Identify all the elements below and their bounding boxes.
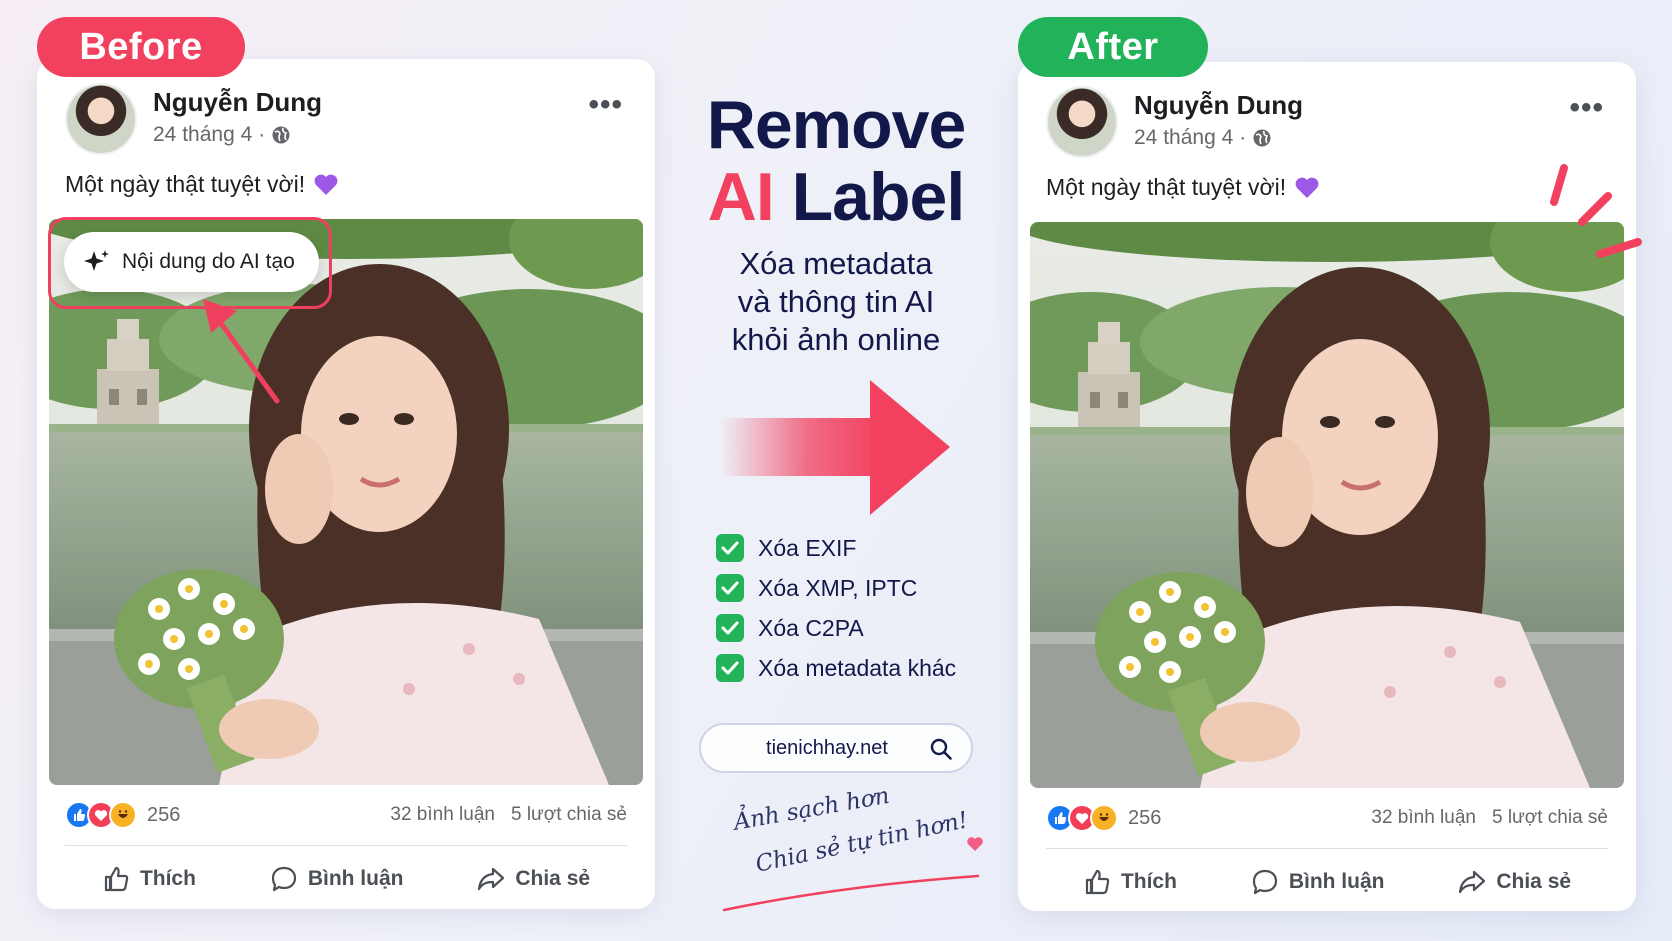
thumbs-up-icon: [104, 866, 129, 892]
checkmark-icon: [716, 534, 744, 562]
globe-icon: [1253, 129, 1271, 147]
checkmark-icon: [716, 654, 744, 682]
post-caption: Một ngày thật tuyệt vời!: [65, 171, 339, 198]
comment-icon: [1252, 869, 1277, 895]
more-dots-icon[interactable]: •••: [1569, 93, 1604, 123]
handwritten-slogan: Ảnh sạch hơn Chia sẻ tự tin hơn!: [720, 783, 990, 917]
share-count[interactable]: 5 lượt chia sẻ: [1492, 807, 1608, 829]
avatar[interactable]: [65, 83, 137, 155]
comment-share-counts: 32 bình luận 5 lượt chia sẻ: [390, 804, 627, 826]
share-label: Chia sẻ: [1496, 870, 1572, 893]
sparkle-icon: [84, 250, 109, 271]
reaction-summary[interactable]: 256: [65, 801, 180, 829]
checklist-item: Xóa metadata khác: [716, 648, 956, 688]
underline-swoosh: [722, 874, 980, 912]
post-stats: 256 32 bình luận 5 lượt chia sẻ: [1046, 804, 1608, 838]
post-caption: Một ngày thật tuyệt vời!: [1046, 174, 1320, 201]
headline-ai-label: AI Label: [680, 158, 992, 236]
comment-label: Bình luận: [1288, 870, 1385, 893]
post-header: Nguyễn Dung 24 tháng 4 · •••: [1046, 86, 1608, 162]
checklist-text: Xóa C2PA: [758, 614, 864, 641]
headline-ai: AI: [707, 159, 775, 235]
post-meta: 24 tháng 4 ·: [153, 123, 291, 147]
share-button[interactable]: Chia sẻ: [477, 865, 590, 893]
purple-heart-icon: [314, 174, 338, 195]
center-panel: Remove AI Label Xóa metadata và thông ti…: [680, 80, 992, 920]
author-name[interactable]: Nguyễn Dung: [153, 87, 322, 118]
before-tag: Before: [37, 17, 245, 77]
search-icon[interactable]: [929, 737, 953, 761]
reaction-summary[interactable]: 256: [1046, 804, 1161, 832]
pointer-arrow-icon: [203, 299, 280, 404]
feature-checklist: Xóa EXIF Xóa XMP, IPTC Xóa C2PA Xóa meta…: [716, 528, 956, 688]
haha-reaction-icon: [109, 801, 137, 829]
like-label: Thích: [139, 867, 196, 890]
checkmark-icon: [716, 574, 744, 602]
comment-button[interactable]: Bình luận: [270, 865, 404, 893]
comment-label: Bình luận: [307, 867, 404, 890]
subtitle: Xóa metadata và thông tin AI khỏi ảnh on…: [680, 245, 992, 359]
divider: [65, 845, 627, 846]
comment-icon: [271, 866, 296, 892]
like-button[interactable]: Thích: [1083, 868, 1177, 896]
checklist-text: Xóa metadata khác: [758, 654, 957, 681]
post-stats: 256 32 bình luận 5 lượt chia sẻ: [65, 801, 627, 835]
comment-share-counts: 32 bình luận 5 lượt chia sẻ: [1371, 807, 1608, 829]
meta-separator: ·: [1239, 126, 1247, 149]
share-count[interactable]: 5 lượt chia sẻ: [511, 804, 627, 826]
reaction-count: 256: [1128, 806, 1162, 829]
avatar[interactable]: [1046, 86, 1118, 158]
post-actions: Thích Bình luận Chia sẻ: [65, 859, 627, 899]
divider: [1046, 848, 1608, 849]
after-tag: After: [1018, 17, 1208, 77]
share-icon: [1459, 870, 1486, 894]
burst-marks-icon: [1550, 164, 1642, 258]
subtitle-line2: và thông tin AI: [737, 284, 935, 319]
purple-heart-icon: [1295, 177, 1319, 198]
post-date[interactable]: 24 tháng 4: [153, 123, 252, 147]
site-url: tienichhay.net: [766, 736, 888, 759]
post-header: Nguyễn Dung 24 tháng 4 · •••: [65, 83, 627, 159]
caption-text: Một ngày thật tuyệt vời!: [65, 171, 306, 197]
headline-label: Label: [791, 159, 966, 235]
meta-separator: ·: [258, 123, 266, 146]
checklist-item: Xóa XMP, IPTC: [716, 568, 956, 608]
like-button[interactable]: Thích: [102, 865, 196, 893]
post-photo[interactable]: [1030, 222, 1624, 788]
comment-count[interactable]: 32 bình luận: [1371, 807, 1476, 829]
share-icon: [478, 867, 505, 891]
ai-generated-label[interactable]: Nội dung do AI tạo: [64, 232, 319, 292]
like-label: Thích: [1120, 870, 1177, 893]
checkmark-icon: [716, 614, 744, 642]
reaction-count: 256: [147, 803, 181, 826]
checklist-item: Xóa C2PA: [716, 608, 956, 648]
before-post-card: Nguyễn Dung 24 tháng 4 · ••• Một ngày th…: [37, 59, 655, 909]
post-actions: Thích Bình luận Chia sẻ: [1046, 862, 1608, 902]
share-button[interactable]: Chia sẻ: [1458, 868, 1571, 896]
checklist-text: Xóa XMP, IPTC: [758, 574, 918, 601]
caption-text: Một ngày thật tuyệt vời!: [1046, 174, 1287, 200]
site-search-bar[interactable]: tienichhay.net: [699, 723, 973, 773]
subtitle-line3: khỏi ảnh online: [731, 322, 941, 357]
subtitle-line1: Xóa metadata: [739, 246, 933, 281]
comment-button[interactable]: Bình luận: [1251, 868, 1385, 896]
post-meta: 24 tháng 4 ·: [1134, 126, 1272, 150]
author-name[interactable]: Nguyễn Dung: [1134, 90, 1303, 121]
post-date[interactable]: 24 tháng 4: [1134, 126, 1233, 150]
share-label: Chia sẻ: [515, 867, 591, 890]
ai-label-text: Nội dung do AI tạo: [122, 250, 295, 273]
right-arrow-icon: [720, 380, 950, 515]
globe-icon: [272, 126, 290, 144]
pink-heart-icon: [967, 837, 983, 851]
more-dots-icon[interactable]: •••: [588, 90, 623, 120]
thumbs-up-icon: [1085, 869, 1110, 895]
comment-count[interactable]: 32 bình luận: [390, 804, 495, 826]
checklist-text: Xóa EXIF: [758, 534, 857, 561]
headline-remove: Remove: [706, 87, 967, 163]
haha-reaction-icon: [1090, 804, 1118, 832]
checklist-item: Xóa EXIF: [716, 528, 956, 568]
